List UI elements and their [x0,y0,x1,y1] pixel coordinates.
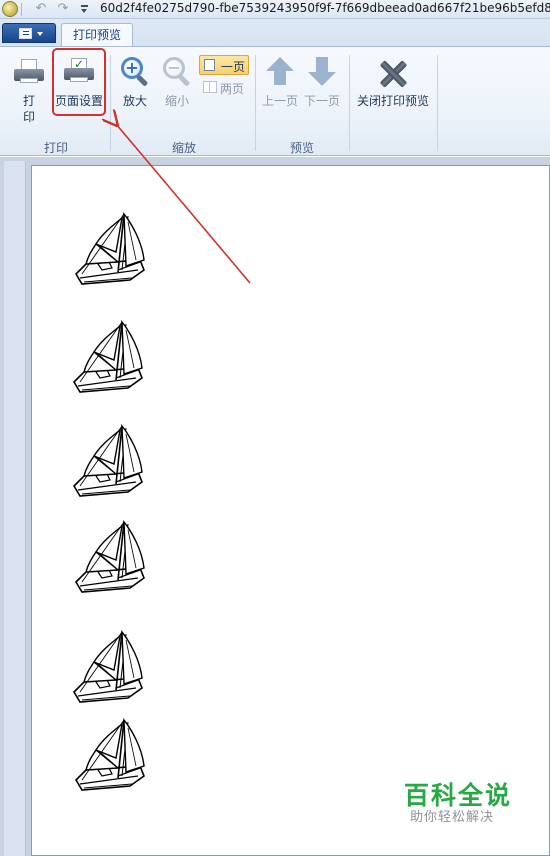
print-label-line2: 印 [22,110,35,124]
preview-page [31,165,550,856]
group-divider [349,55,350,151]
next-page-button[interactable]: 下一页 [301,53,343,121]
one-page-icon [204,59,215,71]
customize-toolbar-icon[interactable] [78,2,90,16]
print-button[interactable]: 打 印 [10,53,48,128]
next-page-label: 下一页 [303,94,340,108]
application-menu-button[interactable] [2,23,56,43]
zoom-in-label: 放大 [122,94,147,108]
vertical-ruler [4,161,26,856]
ribbon-tab-row: 打印预览 [0,19,550,47]
close-icon [379,60,407,88]
document-icon [19,28,32,39]
arrow-up-icon [266,57,294,87]
page-setup-highlight [52,48,106,116]
group-label-print: 打印 [43,141,68,155]
tab-print-preview[interactable]: 打印预览 [61,23,133,47]
one-page-button[interactable]: 一页 [199,55,249,75]
zoom-out-label: 缩小 [164,94,189,108]
group-divider [437,55,438,151]
undo-icon[interactable]: ↶ [33,1,49,17]
previous-page-label: 上一页 [261,94,298,108]
chevron-down-icon [37,32,43,36]
group-divider [110,55,111,151]
watermark-subtitle: 助你轻松解决 [410,810,495,825]
close-print-preview-label: 关闭打印预览 [356,94,429,108]
group-label-zoom: 缩放 [171,141,196,155]
group-label-preview: 预览 [289,141,314,155]
print-preview-area[interactable] [0,157,550,856]
zoom-out-button[interactable]: − 缩小 [159,53,195,121]
one-page-label: 一页 [221,60,246,74]
title-bar: ↶ ↷ 60d2f4fe0275d790-fbe7539243950f9f-7f… [0,0,550,19]
redo-icon[interactable]: ↷ [55,1,71,17]
app-icon[interactable] [2,1,18,17]
close-print-preview-button[interactable]: 关闭打印预览 [353,53,433,121]
arrow-down-icon [308,57,336,87]
two-pages-button[interactable]: 两页 [199,78,249,98]
printer-icon [14,59,44,83]
ribbon: 打 印 ✓ 页面设置 打印 + 放大 − 缩小 一页 两页 缩放 上一页 下一页… [0,46,550,156]
two-pages-icon [203,81,217,93]
group-divider [255,55,256,151]
zoom-out-icon: − [163,57,193,87]
toolbar-separator [21,3,22,16]
document-title: 60d2f4fe0275d790-fbe7539243950f9f-7f669d… [100,1,550,15]
two-pages-label: 两页 [220,82,245,96]
zoom-in-icon: + [121,57,151,87]
previous-page-button[interactable]: 上一页 [259,53,301,121]
zoom-in-button[interactable]: + 放大 [117,53,153,121]
print-label-line1: 打 [22,94,35,108]
